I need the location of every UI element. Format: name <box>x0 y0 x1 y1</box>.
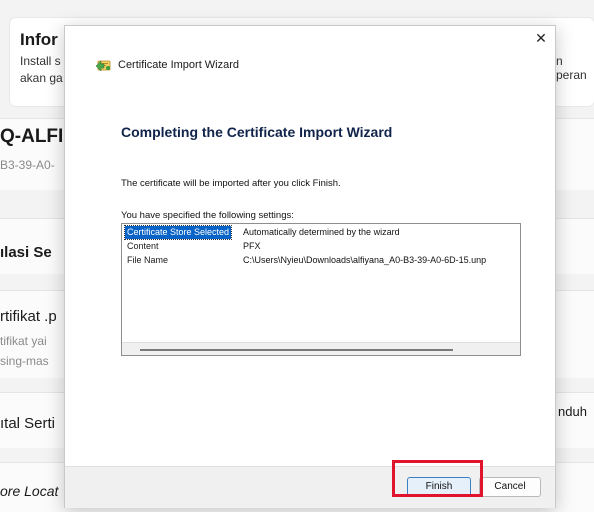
section-title: ılasi Se <box>0 244 52 261</box>
settings-row[interactable]: File Name C:\Users\Nyieu\Downloads\alfiy… <box>122 254 520 267</box>
settings-value: C:\Users\Nyieu\Downloads\alfiyana_A0-B3-… <box>243 255 487 265</box>
wizard-info-text: The certificate will be imported after y… <box>121 178 341 189</box>
scrollbar-thumb[interactable] <box>140 349 453 351</box>
settings-key: Content <box>127 241 159 251</box>
certificate-item-subtitle-2: sing-mas <box>0 354 49 368</box>
certificate-wizard-icon <box>95 60 111 72</box>
settings-list[interactable]: Certificate Store Selected Automatically… <box>121 223 521 356</box>
info-banner-right-text: n peran <box>556 54 587 82</box>
store-location-label: ore Locat <box>0 483 59 499</box>
settings-value: Automatically determined by the wizard <box>243 227 400 237</box>
settings-value: PFX <box>243 241 261 251</box>
dialog-footer: Finish Cancel <box>65 466 555 508</box>
certificate-item-title: rtifikat .p <box>0 308 57 325</box>
settings-key: Certificate Store Selected <box>123 225 233 240</box>
settings-row[interactable]: Content PFX <box>122 240 520 253</box>
wizard-heading: Completing the Certificate Import Wizard <box>121 124 393 140</box>
device-title: Q-ALFI <box>0 126 64 147</box>
close-button[interactable]: ✕ <box>529 28 553 48</box>
close-icon: ✕ <box>535 30 547 46</box>
info-banner-line2: akan ga <box>20 71 63 85</box>
horizontal-scrollbar[interactable] <box>122 342 520 355</box>
install-certificate-title: ıtal Serti <box>0 415 56 432</box>
settings-row[interactable]: Certificate Store Selected Automatically… <box>122 225 520 240</box>
info-banner-title: Infor <box>20 30 58 49</box>
certificate-import-wizard-dialog: ✕ ← Certificate Import Wizard Completing… <box>64 25 556 508</box>
certificate-item-subtitle-1: tifikat yai <box>0 334 47 348</box>
dialog-title-bar: ✕ ← Certificate Import Wizard <box>65 26 555 106</box>
finish-button[interactable]: Finish <box>407 477 471 497</box>
settings-key: File Name <box>127 255 169 265</box>
device-subtitle: B3-39-A0- <box>0 158 55 172</box>
info-banner-line1: Install s <box>20 54 61 68</box>
download-link[interactable]: nduh <box>558 404 587 419</box>
dialog-title: Certificate Import Wizard <box>118 59 240 71</box>
settings-label: You have specified the following setting… <box>121 210 294 221</box>
cancel-button[interactable]: Cancel <box>479 477 541 497</box>
